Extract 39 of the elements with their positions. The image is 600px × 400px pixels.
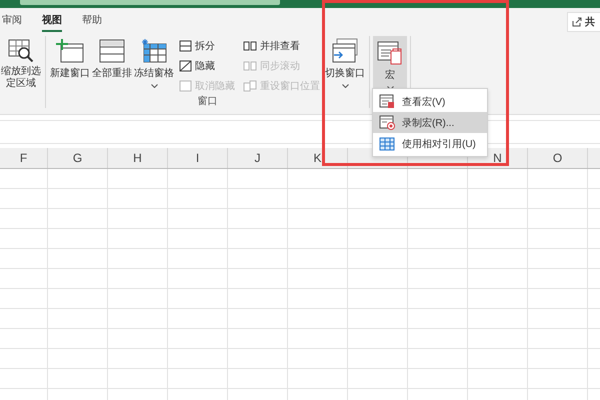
column-header[interactable]: I	[168, 148, 228, 168]
search-field[interactable]	[20, 0, 280, 5]
unhide-icon	[179, 80, 192, 92]
table-icon	[379, 136, 395, 150]
column-header[interactable]: K	[288, 148, 348, 168]
ribbon-button[interactable]: 新建窗口	[49, 36, 91, 94]
menu-item[interactable]: 录制宏(R)...	[373, 112, 487, 133]
group-label: 窗口	[198, 94, 218, 108]
ribbon-button[interactable]: 拆分	[179, 38, 235, 54]
share-button[interactable]: 共	[567, 12, 600, 32]
new-window-icon	[55, 38, 85, 64]
ribbon-button[interactable]: 隐藏	[179, 58, 235, 74]
column-header[interactable]: F	[0, 148, 48, 168]
column-header[interactable]: J	[228, 148, 288, 168]
ribbon-button[interactable]: 缩放到选定区域	[0, 36, 42, 108]
ribbon-button[interactable]: 全部重排	[91, 36, 133, 94]
ribbon-button[interactable]: 切换窗口	[324, 36, 366, 94]
arrange-icon	[98, 38, 126, 64]
side-by-side-icon	[243, 40, 257, 52]
column-header[interactable]: O	[528, 148, 588, 168]
share-icon	[572, 17, 582, 27]
switch-window-icon	[331, 38, 359, 64]
split-icon	[179, 40, 192, 52]
cell-grid[interactable]	[0, 169, 600, 400]
ribbon-button[interactable]: 并排查看	[243, 38, 320, 54]
column-header[interactable]: G	[48, 148, 108, 168]
freeze-panes-icon	[140, 38, 168, 64]
hide-icon	[179, 60, 192, 72]
column-header[interactable]: H	[108, 148, 168, 168]
reset-window-icon	[243, 80, 257, 92]
ribbon-tab[interactable]: 帮助	[82, 12, 102, 32]
ribbon-tab[interactable]: 审阅	[2, 12, 22, 32]
macro-list-icon	[379, 94, 395, 109]
ribbon-button[interactable]: 冻结窗格	[133, 36, 175, 94]
share-label: 共	[585, 16, 595, 29]
record-icon	[379, 115, 395, 130]
sync-scroll-icon	[243, 60, 257, 72]
magnifier-icon	[7, 38, 35, 62]
macro-icon	[377, 40, 403, 66]
